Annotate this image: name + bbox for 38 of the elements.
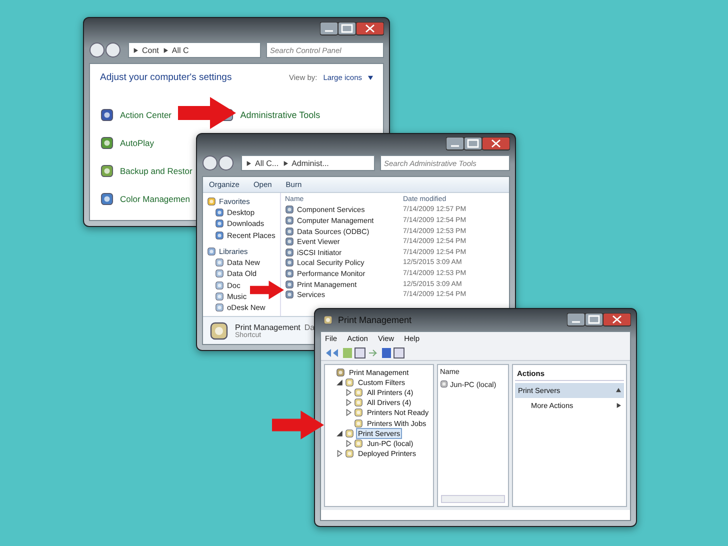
window-controls-icon[interactable] — [320, 22, 384, 36]
window-controls-icon[interactable] — [446, 136, 510, 150]
chevron-icon[interactable] — [282, 160, 288, 166]
control-panel-link[interactable]: AutoPlay — [120, 138, 154, 148]
horizontal-scrollbar[interactable] — [441, 495, 505, 503]
expander-icon[interactable] — [336, 430, 343, 437]
expander-icon[interactable] — [336, 450, 343, 458]
back-forward-buttons[interactable] — [202, 155, 236, 171]
chevron-icon[interactable] — [133, 48, 138, 52]
control-panel-item-icon — [100, 108, 114, 122]
back-forward-buttons[interactable] — [89, 42, 123, 58]
collapse-caret-icon[interactable] — [616, 388, 621, 393]
chevron-icon[interactable] — [246, 160, 251, 166]
expander-icon[interactable] — [336, 378, 343, 386]
dropdown-caret-icon[interactable] — [368, 75, 373, 80]
address-bar[interactable]: Cont All C — [128, 42, 261, 58]
expander-icon[interactable] — [345, 399, 352, 406]
window-title: Print Management — [338, 315, 412, 325]
arrow-drawing — [178, 97, 236, 129]
expander-icon[interactable] — [345, 409, 352, 416]
control-panel-link[interactable]: Color Managemen — [120, 194, 190, 204]
details-field-label: Da — [304, 322, 315, 332]
details-title: Print Management — [235, 322, 300, 332]
control-panel-link[interactable]: Administrative Tools — [240, 110, 320, 120]
control-panel-item-icon — [100, 164, 114, 178]
expander-icon[interactable] — [345, 440, 352, 447]
submenu-caret-icon[interactable] — [616, 403, 621, 408]
address-bar[interactable]: All C... Administ... — [241, 155, 375, 171]
page-heading: Adjust your computer's settings — [100, 72, 232, 83]
control-panel-link[interactable]: Backup and Restor — [120, 166, 192, 176]
arrow-drawing — [250, 279, 284, 301]
expander-icon[interactable] — [345, 388, 352, 396]
control-panel-link[interactable]: Action Center — [120, 110, 172, 120]
control-panel-item-icon — [100, 192, 114, 206]
control-panel-item-icon — [100, 136, 114, 150]
window-controls-icon[interactable] — [567, 313, 631, 327]
arrow-drawing — [272, 410, 324, 440]
chevron-icon[interactable] — [162, 48, 168, 52]
